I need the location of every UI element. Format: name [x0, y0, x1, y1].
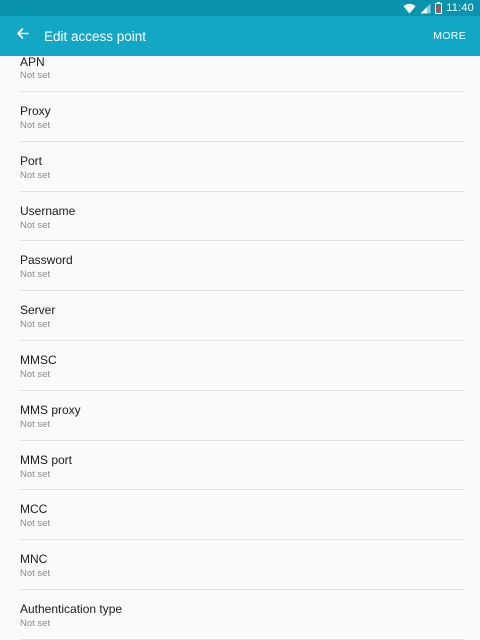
status-bar: 11:40 — [0, 0, 480, 16]
app-bar: Edit access point MORE — [0, 16, 480, 56]
item-value: Not set — [20, 568, 51, 580]
item-label: MCC — [20, 502, 48, 517]
page-title: Edit access point — [44, 28, 147, 44]
item-label: Server — [20, 303, 56, 318]
item-value: Not set — [20, 70, 51, 81]
item-label: APN — [20, 55, 45, 69]
item-value: Not set — [20, 219, 51, 231]
list-item-mms-port[interactable]: MMS port Not set — [20, 441, 465, 491]
list-item-port[interactable]: Port Not set — [20, 142, 465, 192]
list-item-authentication-type[interactable]: Authentication type Not set — [20, 590, 465, 640]
settings-list: APN Not set Proxy Not set Port Not set U… — [0, 55, 480, 640]
list-item-username[interactable]: Username Not set — [20, 192, 465, 242]
list-item-proxy[interactable]: Proxy Not set — [20, 92, 465, 142]
item-label: MMS port — [20, 452, 73, 467]
item-value: Not set — [20, 617, 51, 629]
list-item-mcc[interactable]: MCC Not set — [20, 490, 465, 541]
item-value: Not set — [20, 120, 51, 131]
item-label: Port — [20, 153, 43, 168]
list-item-server[interactable]: Server Not set — [20, 291, 465, 341]
more-button[interactable]: MORE — [423, 16, 480, 56]
item-label: MNC — [20, 552, 48, 567]
list-item-password[interactable]: Password Not set — [20, 241, 465, 292]
item-value: Not set — [20, 319, 51, 331]
wifi-icon — [403, 3, 416, 14]
battery-icon — [435, 2, 443, 14]
item-label: Proxy — [20, 104, 51, 118]
item-label: Password — [20, 253, 73, 268]
list-item-mnc[interactable]: MNC Not set — [20, 540, 465, 590]
item-value: Not set — [20, 518, 51, 530]
item-value: Not set — [20, 418, 51, 430]
item-label: MMS proxy — [20, 402, 81, 417]
item-value: Not set — [20, 368, 51, 380]
signal-icon — [420, 3, 431, 14]
item-label: Username — [20, 203, 76, 218]
list-item-mms-proxy[interactable]: MMS proxy Not set — [20, 391, 465, 441]
list-item-mmsc[interactable]: MMSC Not set — [20, 341, 465, 391]
item-value: Not set — [20, 468, 51, 480]
arrow-back-icon — [16, 27, 29, 45]
back-button[interactable] — [0, 16, 44, 56]
item-value: Not set — [20, 169, 51, 181]
list-item-apn[interactable]: APN Not set — [20, 55, 465, 92]
status-time: 11:40 — [446, 2, 474, 14]
item-value: Not set — [20, 269, 51, 281]
item-label: Authentication type — [20, 601, 123, 616]
item-label: MMSC — [20, 352, 57, 367]
